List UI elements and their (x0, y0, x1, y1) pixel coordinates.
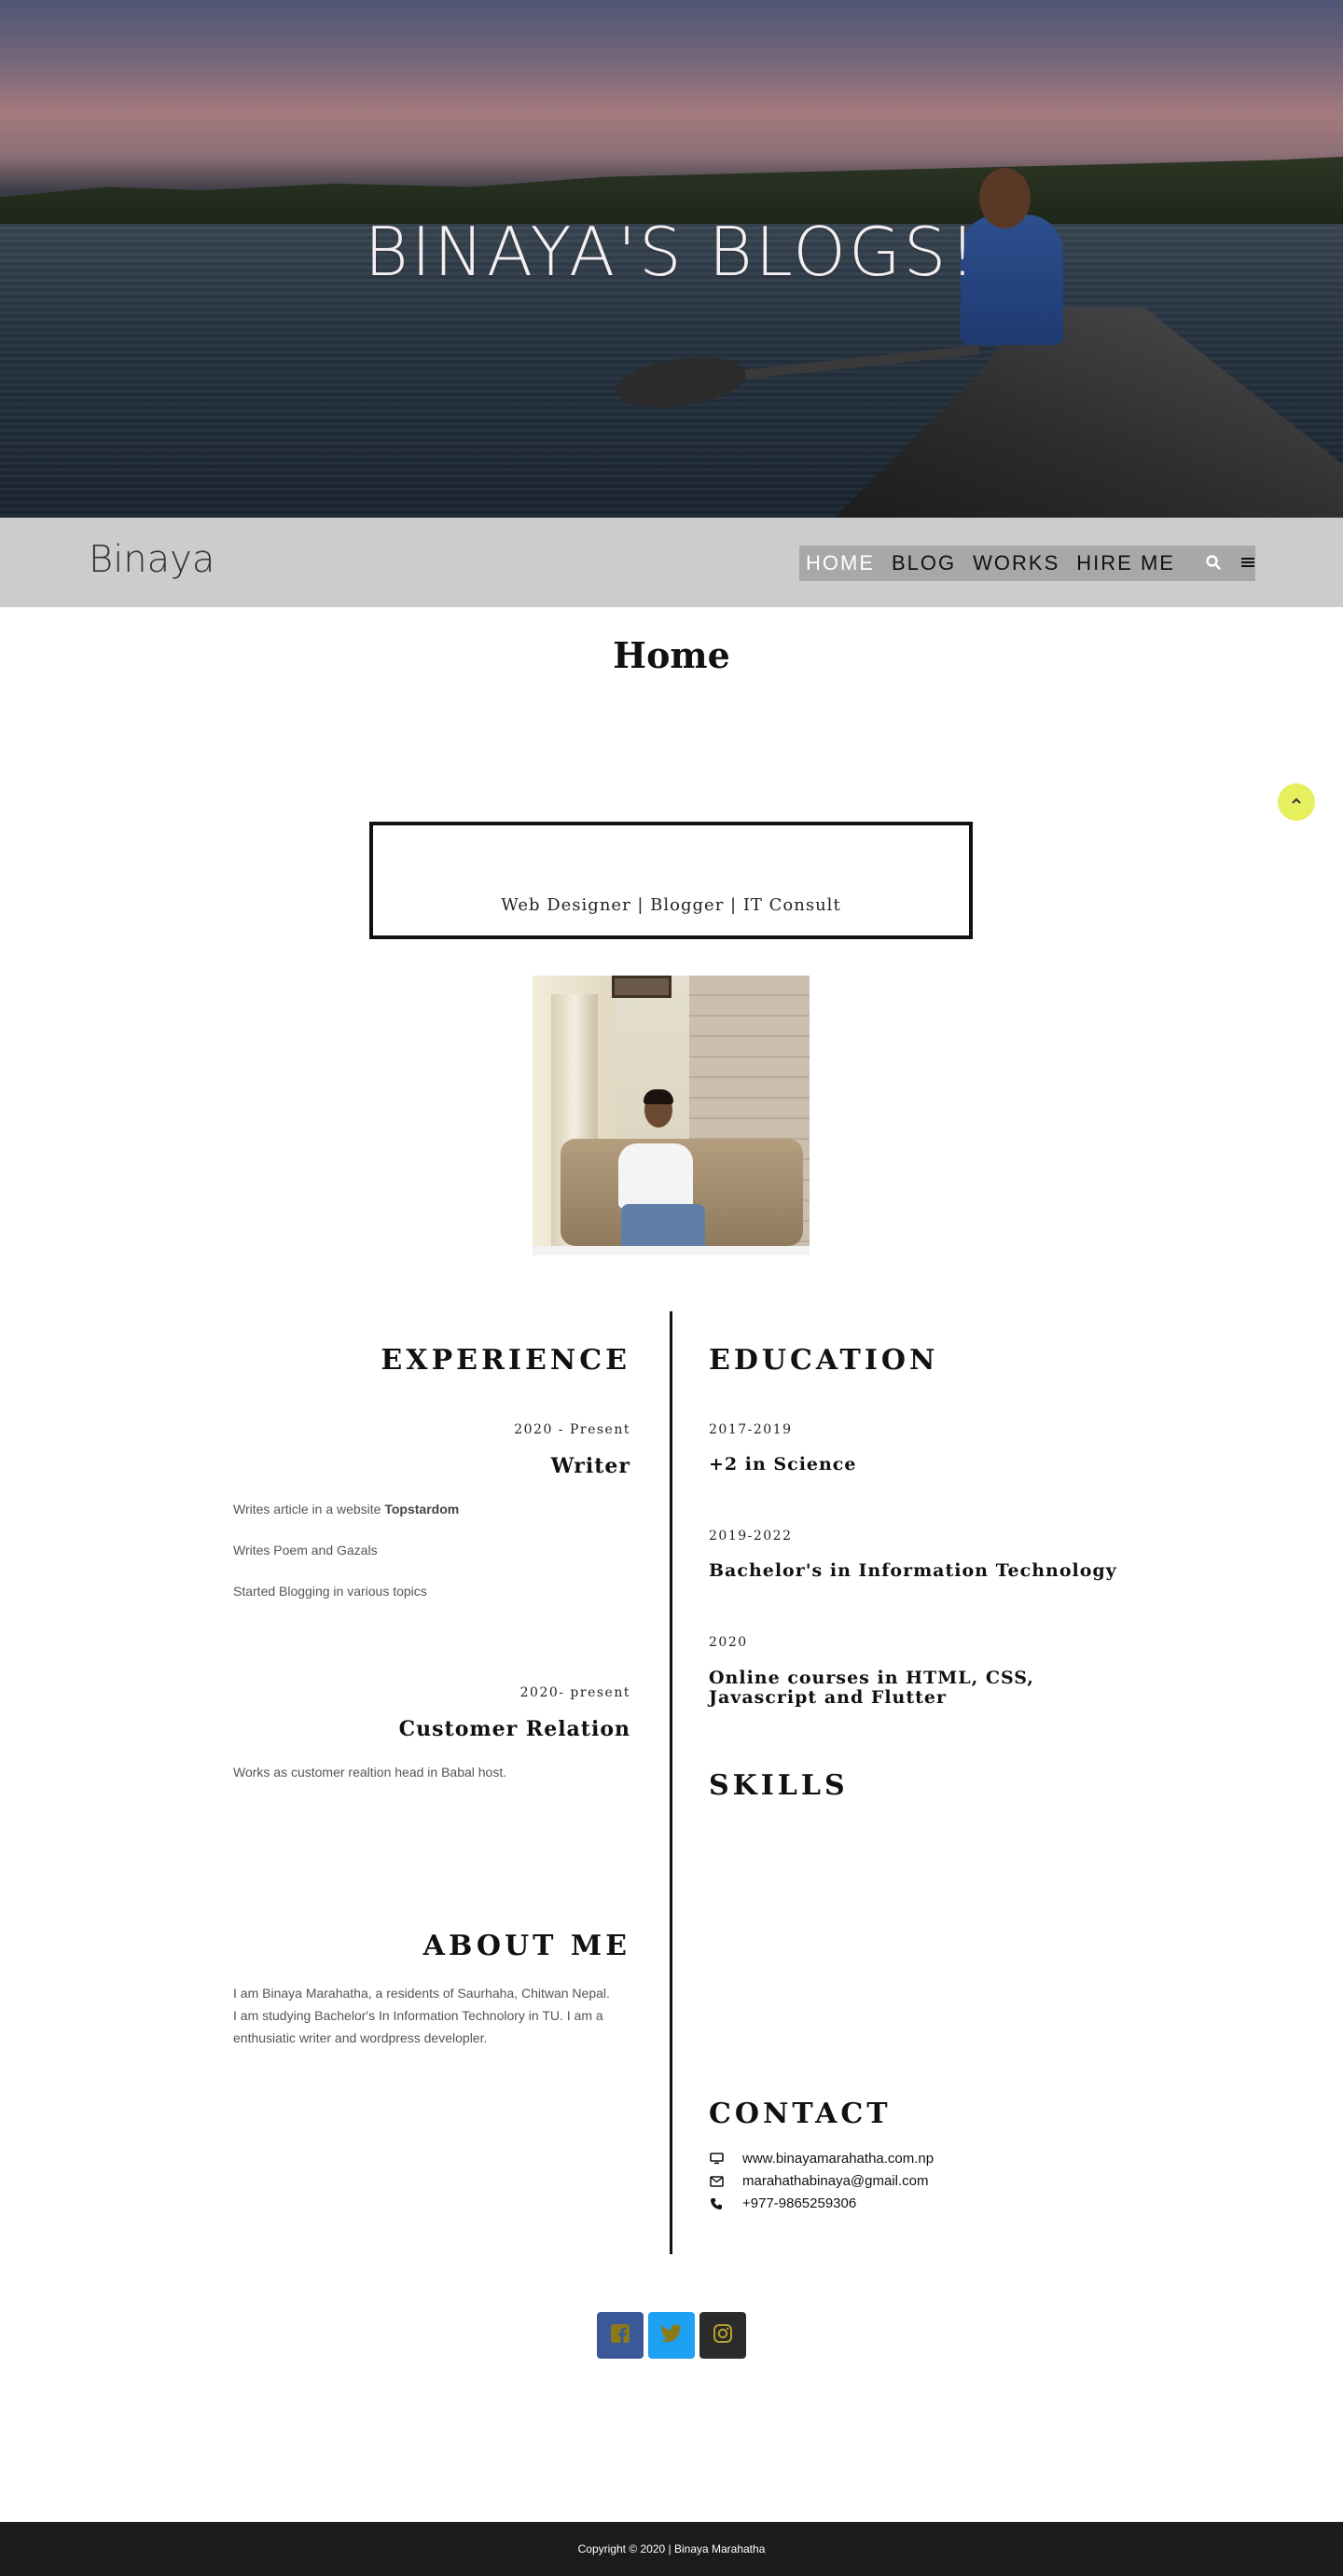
education-period-2: 2019-2022 (709, 1529, 793, 1544)
chevron-up-icon (1290, 794, 1303, 810)
nav-item-home[interactable]: HOME (806, 551, 875, 575)
contact-email-text[interactable]: marahathabinaya@gmail.com (742, 2173, 929, 2189)
experience-detail: Works as customer realtion head in Babal… (233, 1765, 507, 1780)
experience-heading: EXPERIENCE (381, 1344, 630, 1377)
monitor-icon (709, 2152, 724, 2167)
contact-website-text[interactable]: www.binayamarahatha.com.np (742, 2151, 934, 2167)
contact-phone[interactable]: +977-9865259306 (709, 2195, 856, 2211)
photo-frame (612, 976, 672, 998)
search-icon[interactable] (1205, 554, 1222, 571)
scroll-to-top-button[interactable] (1278, 783, 1315, 821)
photo-hair (644, 1089, 673, 1104)
copyright-text: Copyright © 2020 | Binaya Marahatha (577, 2542, 766, 2555)
navbar: Binaya HOME BLOG WORKS HIRE ME (0, 518, 1343, 607)
experience-detail-text: Writes article in a website (233, 1502, 385, 1517)
education-period-3: 2020 (709, 1635, 748, 1650)
education-title-2: Bachelor's in Information Technology (709, 1560, 1117, 1581)
nav-item-hire-me[interactable]: HIRE ME (1076, 551, 1175, 575)
education-title-3-line-2: Javascript and Flutter (709, 1687, 948, 1708)
tagline-text: Web Designer | Blogger | IT Consult (501, 895, 841, 915)
twitter-icon (660, 2323, 683, 2347)
instagram-button[interactable] (699, 2312, 746, 2359)
phone-icon (709, 2196, 724, 2211)
facebook-icon (610, 2323, 630, 2348)
experience-detail: Started Blogging in various topics (233, 1584, 427, 1599)
photo-floor (533, 1246, 810, 1255)
photo-jeans (621, 1204, 705, 1251)
experience-detail-bold[interactable]: Topstardom (384, 1502, 459, 1517)
experience-period-1: 2020 - Present (514, 1422, 630, 1437)
contact-email[interactable]: marahathabinaya@gmail.com (709, 2173, 929, 2189)
experience-role-1: Writer (550, 1454, 630, 1478)
about-heading: ABOUT ME (422, 1930, 630, 1962)
brand-logo[interactable]: Binaya (89, 538, 215, 581)
hamburger-menu-icon[interactable] (1241, 556, 1256, 571)
education-title-1: +2 in Science (709, 1454, 857, 1475)
twitter-button[interactable] (648, 2312, 695, 2359)
experience-period-2: 2020- present (519, 1685, 630, 1700)
experience-detail: Writes Poem and Gazals (233, 1543, 378, 1558)
experience-role-2: Customer Relation (398, 1717, 630, 1741)
experience-detail: Writes article in a website Topstardom (233, 1502, 459, 1517)
contact-website[interactable]: www.binayamarahatha.com.np (709, 2151, 934, 2167)
education-title-3-line-1: Online courses in HTML, CSS, (709, 1668, 1034, 1688)
instagram-icon (713, 2323, 733, 2348)
contact-phone-text[interactable]: +977-9865259306 (742, 2195, 856, 2211)
contact-heading: CONTACT (709, 2098, 892, 2130)
about-text: I am Binaya Marahatha, a residents of Sa… (233, 1986, 610, 2045)
page-title: Home (613, 634, 730, 676)
education-period-1: 2017-2019 (709, 1422, 793, 1437)
envelope-icon (709, 2174, 724, 2189)
hero-title: BINAYA'S BLOGS! (364, 213, 979, 291)
footer: Copyright © 2020 | Binaya Marahatha (0, 2522, 1343, 2576)
tagline-box: Web Designer | Blogger | IT Consult (369, 822, 973, 939)
facebook-button[interactable] (597, 2312, 644, 2359)
profile-photo (533, 976, 810, 1255)
photo-shirt (618, 1143, 693, 1209)
nav-item-works[interactable]: WORKS (973, 551, 1059, 575)
hero-banner: BINAYA'S BLOGS! (0, 0, 1343, 518)
nav-item-blog[interactable]: BLOG (892, 551, 956, 575)
nav-menu: HOME BLOG WORKS HIRE ME (799, 546, 1255, 581)
timeline-divider (670, 1311, 672, 2254)
education-heading: EDUCATION (709, 1344, 939, 1377)
skills-heading: SKILLS (709, 1769, 849, 1802)
